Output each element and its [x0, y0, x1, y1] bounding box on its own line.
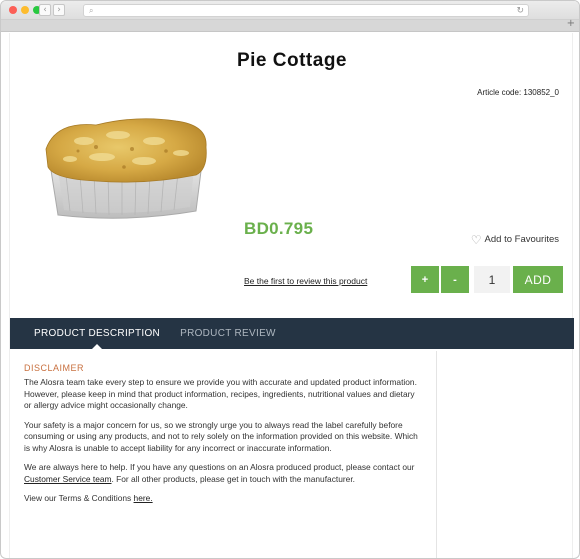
browser-toolbar: ‹ › ⌕ ↻ — [1, 1, 579, 20]
product-price: BD0.795 — [244, 219, 314, 238]
address-bar[interactable]: ⌕ ↻ — [83, 4, 529, 17]
forward-icon[interactable]: › — [53, 4, 65, 16]
article-code: Article code: 130852_0 — [477, 88, 559, 97]
product-page: Pie Cottage Article code: 130852_0 BD0.7… — [9, 33, 574, 558]
heart-icon: ♡ — [470, 232, 482, 247]
decrease-quantity-button[interactable]: - — [441, 266, 469, 293]
close-window-button[interactable] — [9, 6, 17, 14]
product-tabs: PRODUCT DESCRIPTION PRODUCT REVIEW — [10, 318, 574, 349]
disclaimer-paragraph: The Alosra team take every step to ensur… — [24, 377, 417, 410]
safety-paragraph: Your safety is a major concern for us, s… — [24, 419, 418, 453]
browser-tab-bar: + — [1, 18, 579, 32]
help-text-end: . For all other products, please get in … — [111, 473, 355, 484]
terms-link[interactable]: here. — [134, 493, 153, 503]
description-panel: DISCLAIMER The Alosra team take every st… — [24, 363, 424, 513]
product-title: Pie Cottage — [236, 50, 348, 71]
disclaimer-heading: DISCLAIMER — [24, 363, 85, 373]
add-to-cart-button[interactable]: ADD — [513, 266, 563, 293]
nav-buttons: ‹ › — [39, 4, 65, 16]
terms-text: View our Terms & Conditions — [24, 493, 134, 503]
window-controls — [9, 6, 41, 14]
customer-service-link[interactable]: Customer Service team — [24, 474, 112, 484]
search-icon: ⌕ — [89, 6, 94, 15]
tab-product-review[interactable]: PRODUCT REVIEW — [170, 318, 286, 349]
new-tab-icon[interactable]: + — [567, 18, 575, 29]
quantity-controls: + - ADD — [411, 266, 563, 293]
increase-quantity-button[interactable]: + — [411, 266, 439, 293]
help-paragraph: We are always here to help. If you have … — [24, 462, 424, 485]
help-text: We are always here to help. If you have … — [24, 462, 415, 472]
tab-product-description[interactable]: PRODUCT DESCRIPTION — [24, 318, 170, 349]
minimize-window-button[interactable] — [21, 6, 29, 14]
product-image — [45, 118, 207, 219]
browser-window: ‹ › ⌕ ↻ + Pie Cottage Article code: 1308… — [0, 0, 580, 559]
favourites-label: Add to Favourites — [484, 234, 559, 245]
content-divider — [436, 351, 437, 558]
reload-icon[interactable]: ↻ — [516, 5, 524, 17]
back-icon[interactable]: ‹ — [39, 4, 51, 16]
terms-paragraph: View our Terms & Conditions here. — [24, 493, 424, 505]
review-link[interactable]: Be the first to review this product — [244, 276, 367, 286]
quantity-input[interactable] — [474, 266, 510, 293]
add-to-favourites[interactable]: ♡ Add to Favourites — [470, 232, 559, 247]
